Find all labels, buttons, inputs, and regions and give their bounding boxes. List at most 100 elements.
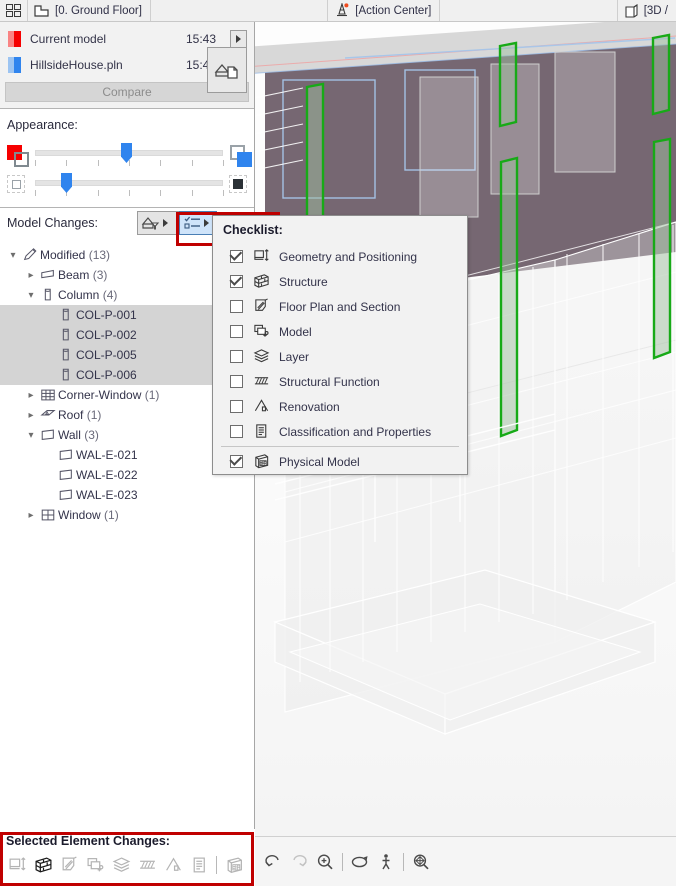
twisty-right-icon[interactable]: ▸ [24,390,38,401]
checklist-divider [221,446,459,447]
checkbox[interactable] [230,455,243,468]
tab-3d[interactable]: [3D / [616,0,676,21]
appearance-slider-ticks-2 [35,190,224,197]
model-changes-filter-button[interactable] [137,211,179,235]
twisty-right-icon[interactable]: ▸ [24,510,38,521]
checklist-item-renovation[interactable]: Renovation [213,394,467,419]
checkbox[interactable] [230,375,243,388]
checkbox[interactable] [230,275,243,288]
grid-view-button[interactable] [0,0,28,21]
checkbox[interactable] [230,300,243,313]
checkbox[interactable] [230,325,243,338]
tree-item-name: Roof [58,408,84,422]
checklist-item-structural-function[interactable]: Structural Function [213,369,467,394]
model-selection-section: Current model 15:43 HillsideHouse.pln 15… [0,22,254,108]
tab-bar-spacer-2 [440,0,617,21]
tab-bar-spacer [150,0,328,21]
checklist-item-floor-plan-and-section[interactable]: Floor Plan and Section [213,294,467,319]
structural-function-icon [251,373,271,390]
swap-models-button[interactable] [207,47,247,93]
tree-item-label: COL-P-002 [76,328,137,342]
checklist-icon [184,215,202,231]
tree-item-count: (1) [104,508,119,522]
corner-window-icon [38,387,58,403]
structural-function-icon[interactable] [135,853,159,877]
color-swatch-blue [8,57,21,73]
tree-item-label: COL-P-005 [76,348,137,362]
structure-icon[interactable] [31,853,55,877]
appearance-slider-row-1 [0,141,254,171]
zoom-in-icon[interactable] [313,850,337,874]
column-icon [56,367,76,383]
twisty-down-icon[interactable]: ▾ [24,430,38,441]
checklist-item-geometry-and-positioning[interactable]: Geometry and Positioning [213,244,467,269]
checklist-item-structure[interactable]: Structure [213,269,467,294]
transparency-low-inner-icon [12,180,21,189]
wall-icon [56,487,76,503]
checklist-item-label: Geometry and Positioning [279,249,418,264]
checklist-item-physical-model[interactable]: Physical Model [213,449,467,474]
floorplan-section-icon[interactable] [57,853,81,877]
physical-model-icon[interactable] [222,853,246,877]
tree-item-name: COL-P-001 [76,308,137,322]
tree-item-label: Wall (3) [58,428,99,442]
floor-plan-icon [34,4,50,17]
tree-item-name: WAL-E-023 [76,488,138,502]
tab-ground-floor-label: [0. Ground Floor] [55,4,142,17]
checklist-item-label: Classification and Properties [279,424,432,439]
twisty-right-icon[interactable]: ▸ [24,410,38,421]
checkbox[interactable] [230,400,243,413]
tree-item-window[interactable]: ▸ Window (1) [0,505,254,525]
pencil-icon [20,247,40,263]
checkbox[interactable] [230,250,243,263]
checklist-item-label: Physical Model [279,454,360,469]
tree-item-count: (4) [102,288,118,302]
checklist-item-classification-and-properties[interactable]: Classification and Properties [213,419,467,444]
twisty-right-icon[interactable]: ▸ [24,270,38,281]
tree-item-name: Window [58,508,101,522]
toolbar-divider-2 [403,852,404,871]
column-icon [56,347,76,363]
checkbox[interactable] [230,350,243,363]
layer-icon[interactable] [109,853,133,877]
classification-icon[interactable] [187,853,211,877]
geometry-icon [251,248,271,265]
checklist-item-label: Structural Function [279,374,380,389]
geometry-icon[interactable] [5,853,29,877]
tree-item-name: Corner-Window [58,388,142,402]
checklist-item-model[interactable]: Model [213,319,467,344]
model-menu-button-current[interactable] [230,29,247,49]
selected-element-changes-icons [0,851,255,879]
checklist-item-label: Model [279,324,312,339]
selected-element-changes-section: Selected Element Changes: [0,829,255,886]
tab-action-center-label: [Action Center] [355,4,432,17]
orbit-icon[interactable] [348,850,372,874]
fit-in-window-icon[interactable] [409,850,433,874]
tab-ground-floor[interactable]: [0. Ground Floor] [28,0,151,21]
other-model-color-icon [237,152,252,167]
classification-icon [251,423,271,440]
twisty-down-icon[interactable]: ▾ [24,290,38,301]
tree-item-name: COL-P-005 [76,348,137,362]
tree-item-label: Modified (13) [40,248,110,262]
orbit-right-icon[interactable] [287,850,311,874]
model-icon[interactable] [83,853,107,877]
tree-item-label: WAL-E-023 [76,488,138,502]
toolbar-divider [342,852,343,871]
tab-action-center[interactable]: [Action Center] [327,0,441,21]
physical-model-icon [251,453,271,470]
orbit-left-icon[interactable] [261,850,285,874]
twisty-down-icon[interactable]: ▾ [6,250,20,261]
tree-item-label: Roof (1) [58,408,101,422]
tree-item-wal-e-023[interactable]: WAL-E-023 [0,485,254,505]
walk-icon[interactable] [374,850,398,874]
floorplan-section-icon [251,298,271,315]
model-time-current: 15:43 [185,32,216,46]
checklist-item-layer[interactable]: Layer [213,344,467,369]
renovation-icon [251,398,271,415]
appearance-slider-ticks-1 [35,160,224,167]
house-pages-icon [214,58,240,82]
checkbox[interactable] [230,425,243,438]
color-swatch-red [8,31,21,47]
renovation-icon[interactable] [161,853,185,877]
